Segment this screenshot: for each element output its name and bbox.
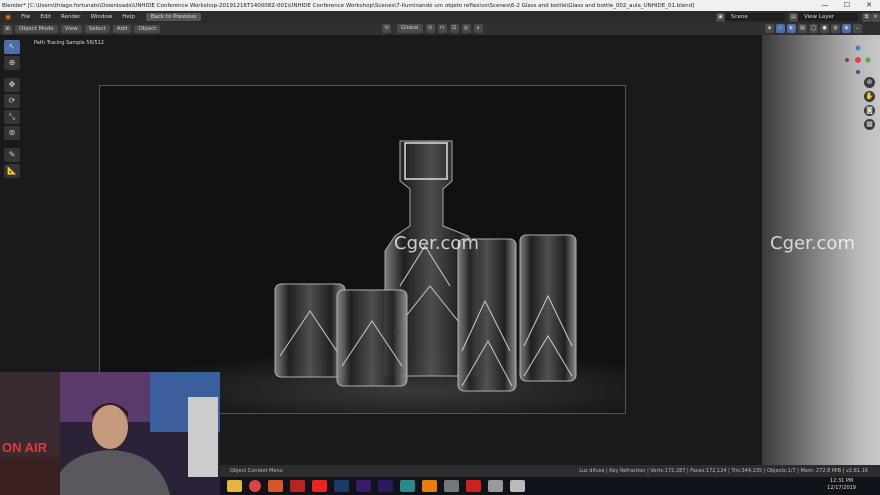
back-to-previous-button[interactable]: Back to Previous <box>145 13 202 21</box>
aftereffects-icon[interactable] <box>378 480 393 492</box>
status-left-text: Object Context Menu <box>230 468 283 474</box>
gizmo-neg-z-dot <box>856 70 860 74</box>
scene-icon: ▣ <box>716 12 725 22</box>
chrome-icon[interactable] <box>249 480 261 492</box>
cursor-tool-icon[interactable]: ⊕ <box>4 56 20 70</box>
taskbar-clock[interactable]: 12:31 PM 12/17/2019 <box>827 478 856 492</box>
gizmo-toggle-icon[interactable]: ⊹ <box>776 24 785 33</box>
tool-shelf: ↖ ⊕ ✥ ⟳ ⤡ ⊛ ✎ 📐 <box>4 40 20 178</box>
editor-type-icon[interactable]: ⊞ <box>3 24 12 34</box>
viewport-navigation: ⊕ ✋ ◙ ▦ <box>864 77 875 130</box>
snap-icon[interactable]: ⊓ <box>437 24 447 33</box>
orientation-icon: ⟲ <box>382 24 391 33</box>
gizmo-y-dot <box>865 57 871 63</box>
webcam-overlay: ON AIR <box>0 372 220 495</box>
camera-view-icon[interactable]: ◙ <box>864 105 875 116</box>
view-menu[interactable]: View <box>60 25 82 33</box>
gizmo-neg-x-dot <box>845 58 849 62</box>
scene-controls: ▣ Scene ▤ View Layer ⧉ ✕ <box>716 11 880 23</box>
menu-file[interactable]: File <box>16 14 35 20</box>
menu-bar: ◉ File Edit Render Window Help Back to P… <box>0 11 880 23</box>
wireframe-shading-icon[interactable]: ◯ <box>809 24 818 33</box>
measure-tool-icon[interactable]: 📐 <box>4 164 20 178</box>
falloff-icon[interactable]: ∧ <box>473 24 483 33</box>
clock-time: 12:31 PM <box>829 478 854 484</box>
watermark-right: Cger.com <box>770 233 855 254</box>
select-menu[interactable]: Select <box>84 25 110 33</box>
menu-window[interactable]: Window <box>86 14 118 20</box>
gizmo-z-dot <box>855 45 861 51</box>
annotate-tool-icon[interactable]: ✎ <box>4 148 20 162</box>
view-layer-field[interactable]: View Layer <box>798 13 858 21</box>
window-title: Blender* [C:\Users\thiago.fortunato\Down… <box>2 2 695 9</box>
app-icon-3[interactable] <box>312 480 327 492</box>
object-mode-dropdown[interactable]: Object Mode <box>15 25 58 33</box>
photoshop-icon[interactable] <box>334 480 349 492</box>
app-icon-5[interactable] <box>444 480 459 492</box>
on-air-sign: ON AIR <box>2 440 48 455</box>
object-menu[interactable]: Object <box>134 25 161 33</box>
close-button[interactable]: ✕ <box>858 0 880 11</box>
perspective-toggle-icon[interactable]: ▦ <box>864 119 875 130</box>
file-explorer-icon[interactable] <box>227 480 242 492</box>
add-menu[interactable]: Add <box>112 25 132 33</box>
premiere-icon[interactable] <box>356 480 371 492</box>
minimize-button[interactable]: — <box>814 0 836 11</box>
viewport-header: ⊞ Object Mode View Select Add Object ⟲ G… <box>0 23 880 35</box>
view-layer-icon: ▤ <box>789 12 798 22</box>
transform-tool-icon[interactable]: ⊛ <box>4 126 20 140</box>
shading-options-icon[interactable]: ⌄ <box>853 24 862 33</box>
window-controls: — ☐ ✕ <box>814 0 880 11</box>
viewport-display-controls: ◈ ⊹ ◐ ▧ ◯ ● ◍ ◉ ⌄ <box>765 24 862 33</box>
glass-and-bottle-render <box>110 140 710 431</box>
scene-field[interactable]: Scene <box>725 13 785 21</box>
clock-date: 12/17/2019 <box>827 485 856 491</box>
transform-controls: ⟲ Global ⊙ ⊓ ⊡ ◎ ∧ <box>382 24 483 33</box>
acrobat-icon[interactable] <box>466 480 481 492</box>
remove-icon[interactable]: ✕ <box>871 12 880 22</box>
status-right-text: Luz difusa | Key Refraction | Verts:172,… <box>579 468 868 474</box>
maximize-button[interactable]: ☐ <box>836 0 858 11</box>
xray-icon[interactable]: ▧ <box>798 24 807 33</box>
status-bar: Object Context Menu Luz difusa | Key Ref… <box>220 465 880 477</box>
zoom-icon[interactable]: ⊕ <box>864 77 875 88</box>
app-icon-2[interactable] <box>290 480 305 492</box>
solid-shading-icon[interactable]: ● <box>820 24 829 33</box>
menu-edit[interactable]: Edit <box>35 14 56 20</box>
copy-icon[interactable]: ⧉ <box>862 12 871 22</box>
scale-tool-icon[interactable]: ⤡ <box>4 110 20 124</box>
watermark-center: Cger.com <box>394 233 479 254</box>
webcam-feed <box>0 372 220 495</box>
orientation-dropdown[interactable]: Global <box>397 24 423 33</box>
rotate-tool-icon[interactable]: ⟳ <box>4 94 20 108</box>
pivot-icon[interactable]: ⊙ <box>425 24 435 33</box>
blender-taskbar-icon[interactable] <box>422 480 437 492</box>
app-icon-4[interactable] <box>400 480 415 492</box>
window-titlebar: Blender* [C:\Users\thiago.fortunato\Down… <box>0 0 880 11</box>
pan-icon[interactable]: ✋ <box>864 91 875 102</box>
path-tracing-sample-text: Path Tracing Sample 56/512 <box>34 40 105 46</box>
material-shading-icon[interactable]: ◍ <box>831 24 840 33</box>
snap-settings-icon[interactable]: ⊡ <box>449 24 459 33</box>
menu-render[interactable]: Render <box>56 14 86 20</box>
overlay-toggle-icon[interactable]: ◐ <box>787 24 796 33</box>
visibility-icon[interactable]: ◈ <box>765 24 774 33</box>
windows-taskbar: 12:31 PM 12/17/2019 <box>220 477 880 495</box>
render-preview <box>100 86 710 431</box>
gizmo-x-dot <box>855 57 861 63</box>
blender-logo-icon[interactable]: ◉ <box>0 13 16 21</box>
menu-help[interactable]: Help <box>117 14 140 20</box>
app-icon-7[interactable] <box>510 480 525 492</box>
move-tool-icon[interactable]: ✥ <box>4 78 20 92</box>
rendered-shading-icon[interactable]: ◉ <box>842 24 851 33</box>
select-box-tool-icon[interactable]: ↖ <box>4 40 20 54</box>
navigation-gizmo[interactable] <box>838 38 878 78</box>
app-icon-6[interactable] <box>488 480 503 492</box>
proportional-edit-icon[interactable]: ◎ <box>461 24 471 33</box>
app-icon-1[interactable] <box>268 480 283 492</box>
